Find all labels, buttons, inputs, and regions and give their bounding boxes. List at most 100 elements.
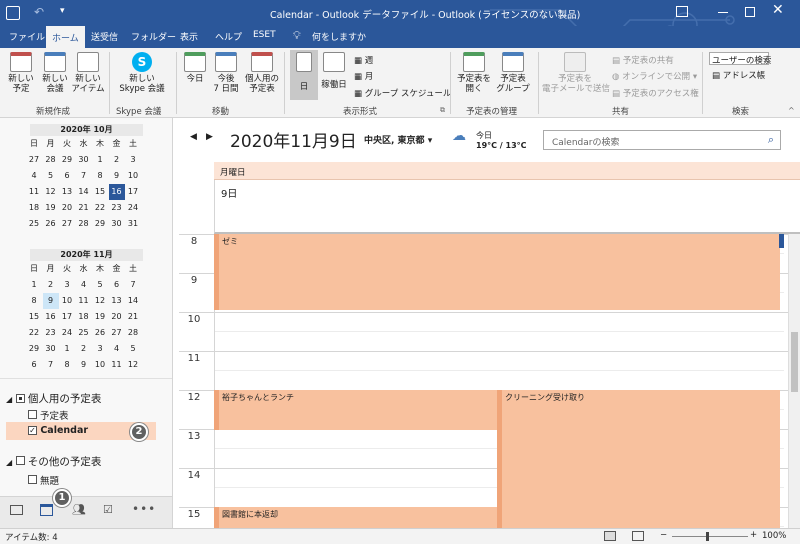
ribbon-display-icon[interactable]: [676, 6, 688, 17]
mini-calendar-day[interactable]: 30: [109, 216, 125, 232]
mini-calendar-day[interactable]: 13: [59, 184, 75, 200]
mini-calendar-day[interactable]: 25: [26, 216, 42, 232]
mini-calendar-day[interactable]: 3: [92, 341, 108, 357]
menu-view[interactable]: 表示: [180, 30, 198, 43]
mini-calendar-day[interactable]: 30: [76, 152, 92, 168]
collapse-ribbon-icon[interactable]: ^: [788, 106, 795, 115]
personal-calendar-button[interactable]: 個人用の 予定表: [243, 52, 281, 94]
mini-calendar-day[interactable]: 3: [59, 277, 75, 293]
mini-calendar-day[interactable]: 6: [59, 168, 75, 184]
mini-calendar-day[interactable]: 4: [26, 168, 42, 184]
mini-calendar-day[interactable]: 24: [125, 200, 141, 216]
share-calendar-button[interactable]: ▤ 予定表の共有: [612, 54, 674, 66]
mini-calendar-day[interactable]: 1: [59, 341, 75, 357]
mini-calendar-day[interactable]: 21: [125, 309, 141, 325]
mini-calendar-day[interactable]: 8: [92, 168, 108, 184]
appointment-lunch[interactable]: 裕子ちゃんとランチ: [214, 390, 497, 430]
email-calendar-button[interactable]: 予定表を 電子メールで送信: [542, 52, 610, 94]
reading-view-icon[interactable]: [632, 531, 644, 541]
menu-eset[interactable]: ESET: [253, 30, 276, 40]
mini-calendar-day[interactable]: 23: [43, 325, 59, 341]
zoom-slider[interactable]: [672, 536, 748, 537]
next-day-icon[interactable]: ▶: [206, 132, 213, 142]
location-selector[interactable]: 中央区, 東京都 ▾: [364, 133, 432, 146]
appointment-zemi[interactable]: ゼミ: [214, 234, 780, 310]
mini-calendar-day[interactable]: 5: [125, 341, 141, 357]
mini-calendar-day[interactable]: 9: [109, 168, 125, 184]
mini-calendar-day[interactable]: 1: [92, 152, 108, 168]
mini-calendar-day[interactable]: 8: [59, 357, 75, 373]
mini-calendar-day[interactable]: 24: [59, 325, 75, 341]
mini-calendar-day[interactable]: 2: [43, 277, 59, 293]
mini-calendar-day[interactable]: 4: [109, 341, 125, 357]
personal-calendars-header[interactable]: ◢ 個人用の予定表: [6, 391, 101, 406]
mini-calendar-day[interactable]: 15: [92, 184, 108, 200]
mini-calendar-day[interactable]: 9: [42, 293, 59, 309]
week-view-button[interactable]: ▦ 週: [354, 54, 373, 66]
mini-calendar-day[interactable]: 15: [26, 309, 42, 325]
menu-file[interactable]: ファイル: [9, 30, 45, 43]
all-day-area[interactable]: 9日: [214, 180, 800, 234]
mini-calendar-day[interactable]: 29: [92, 216, 108, 232]
calendar-item-yoteihyo[interactable]: 予定表: [28, 408, 69, 422]
mini-calendar-day[interactable]: 10: [59, 293, 75, 309]
mail-icon[interactable]: [10, 505, 23, 515]
mini-calendar-day[interactable]: 5: [43, 168, 59, 184]
zoom-slider-thumb[interactable]: [706, 532, 709, 541]
appointment-cleaning[interactable]: クリーニング受け取り: [497, 390, 780, 528]
close-icon[interactable]: ✕: [772, 2, 784, 18]
mini-calendar-day[interactable]: 18: [76, 309, 92, 325]
tasks-icon[interactable]: ☑: [103, 503, 113, 516]
search-people-input[interactable]: ユーザーの検索: [709, 52, 771, 66]
next-7-days-button[interactable]: 今後 7 日間: [210, 52, 242, 94]
mini-calendar-day[interactable]: 26: [43, 216, 59, 232]
mini-calendar-day[interactable]: 14: [125, 293, 141, 309]
new-meeting-button[interactable]: 新しい 会議: [38, 52, 72, 94]
mini-calendar-day[interactable]: 11: [109, 357, 125, 373]
normal-view-icon[interactable]: [604, 531, 616, 541]
mini-calendar-day[interactable]: 29: [26, 341, 42, 357]
other-calendars-header[interactable]: ◢ その他の予定表: [6, 454, 101, 469]
prev-day-icon[interactable]: ◀: [190, 132, 197, 142]
month-view-button[interactable]: ▦ 月: [354, 70, 373, 82]
mini-calendar-day[interactable]: 3: [125, 152, 141, 168]
mini-calendar-day[interactable]: 27: [109, 325, 125, 341]
calendar-nav-icon[interactable]: [40, 504, 53, 516]
mini-calendar-day[interactable]: 14: [76, 184, 92, 200]
mini-calendar-day[interactable]: 20: [59, 200, 75, 216]
mini-calendar-day[interactable]: 23: [109, 200, 125, 216]
scrollbar-thumb[interactable]: [791, 332, 798, 392]
mini-calendar-day[interactable]: 28: [76, 216, 92, 232]
vertical-scrollbar[interactable]: [788, 234, 800, 528]
address-book-button[interactable]: ▤ アドレス帳: [712, 69, 765, 81]
mini-calendar-day[interactable]: 7: [125, 277, 141, 293]
menu-folder[interactable]: フォルダー: [131, 30, 176, 43]
mini-calendar-day[interactable]: 25: [76, 325, 92, 341]
day-view-button[interactable]: 日: [290, 50, 318, 100]
mini-calendar-day[interactable]: 28: [43, 152, 59, 168]
mini-calendar-day[interactable]: 4: [76, 277, 92, 293]
mini-calendar-day[interactable]: 26: [92, 325, 108, 341]
appointment-library[interactable]: 図書館に本返却: [214, 507, 497, 528]
mini-calendar-day[interactable]: 29: [59, 152, 75, 168]
mini-calendar-day[interactable]: 2: [76, 341, 92, 357]
mini-calendar-day[interactable]: 21: [76, 200, 92, 216]
schedule-view-button[interactable]: ▦ グループ スケジュール: [354, 87, 451, 99]
minimize-icon[interactable]: [718, 12, 728, 13]
mini-calendar-day[interactable]: 6: [26, 357, 42, 373]
maximize-icon[interactable]: [745, 7, 755, 17]
mini-calendar-day[interactable]: 12: [125, 357, 141, 373]
dialog-launcher-icon[interactable]: ⧉: [440, 106, 445, 115]
new-items-button[interactable]: 新しい アイテム: [70, 52, 106, 94]
section-checkbox[interactable]: [15, 456, 25, 465]
mini-calendar-day[interactable]: 10: [125, 168, 141, 184]
menu-home[interactable]: ホーム: [46, 26, 85, 48]
customize-qat-icon[interactable]: ▾: [60, 6, 65, 16]
mini-calendar-day[interactable]: 20: [109, 309, 125, 325]
mini-calendar-day[interactable]: 10: [92, 357, 108, 373]
mini-calendar-day[interactable]: 22: [26, 325, 42, 341]
mini-calendar-day[interactable]: 8: [26, 293, 42, 309]
mini-calendar-day[interactable]: 19: [92, 309, 108, 325]
new-skype-meeting-button[interactable]: S 新しい Skype 会議: [114, 52, 170, 94]
calendar-search-input[interactable]: Calendarの検索 ⌕: [543, 130, 781, 150]
